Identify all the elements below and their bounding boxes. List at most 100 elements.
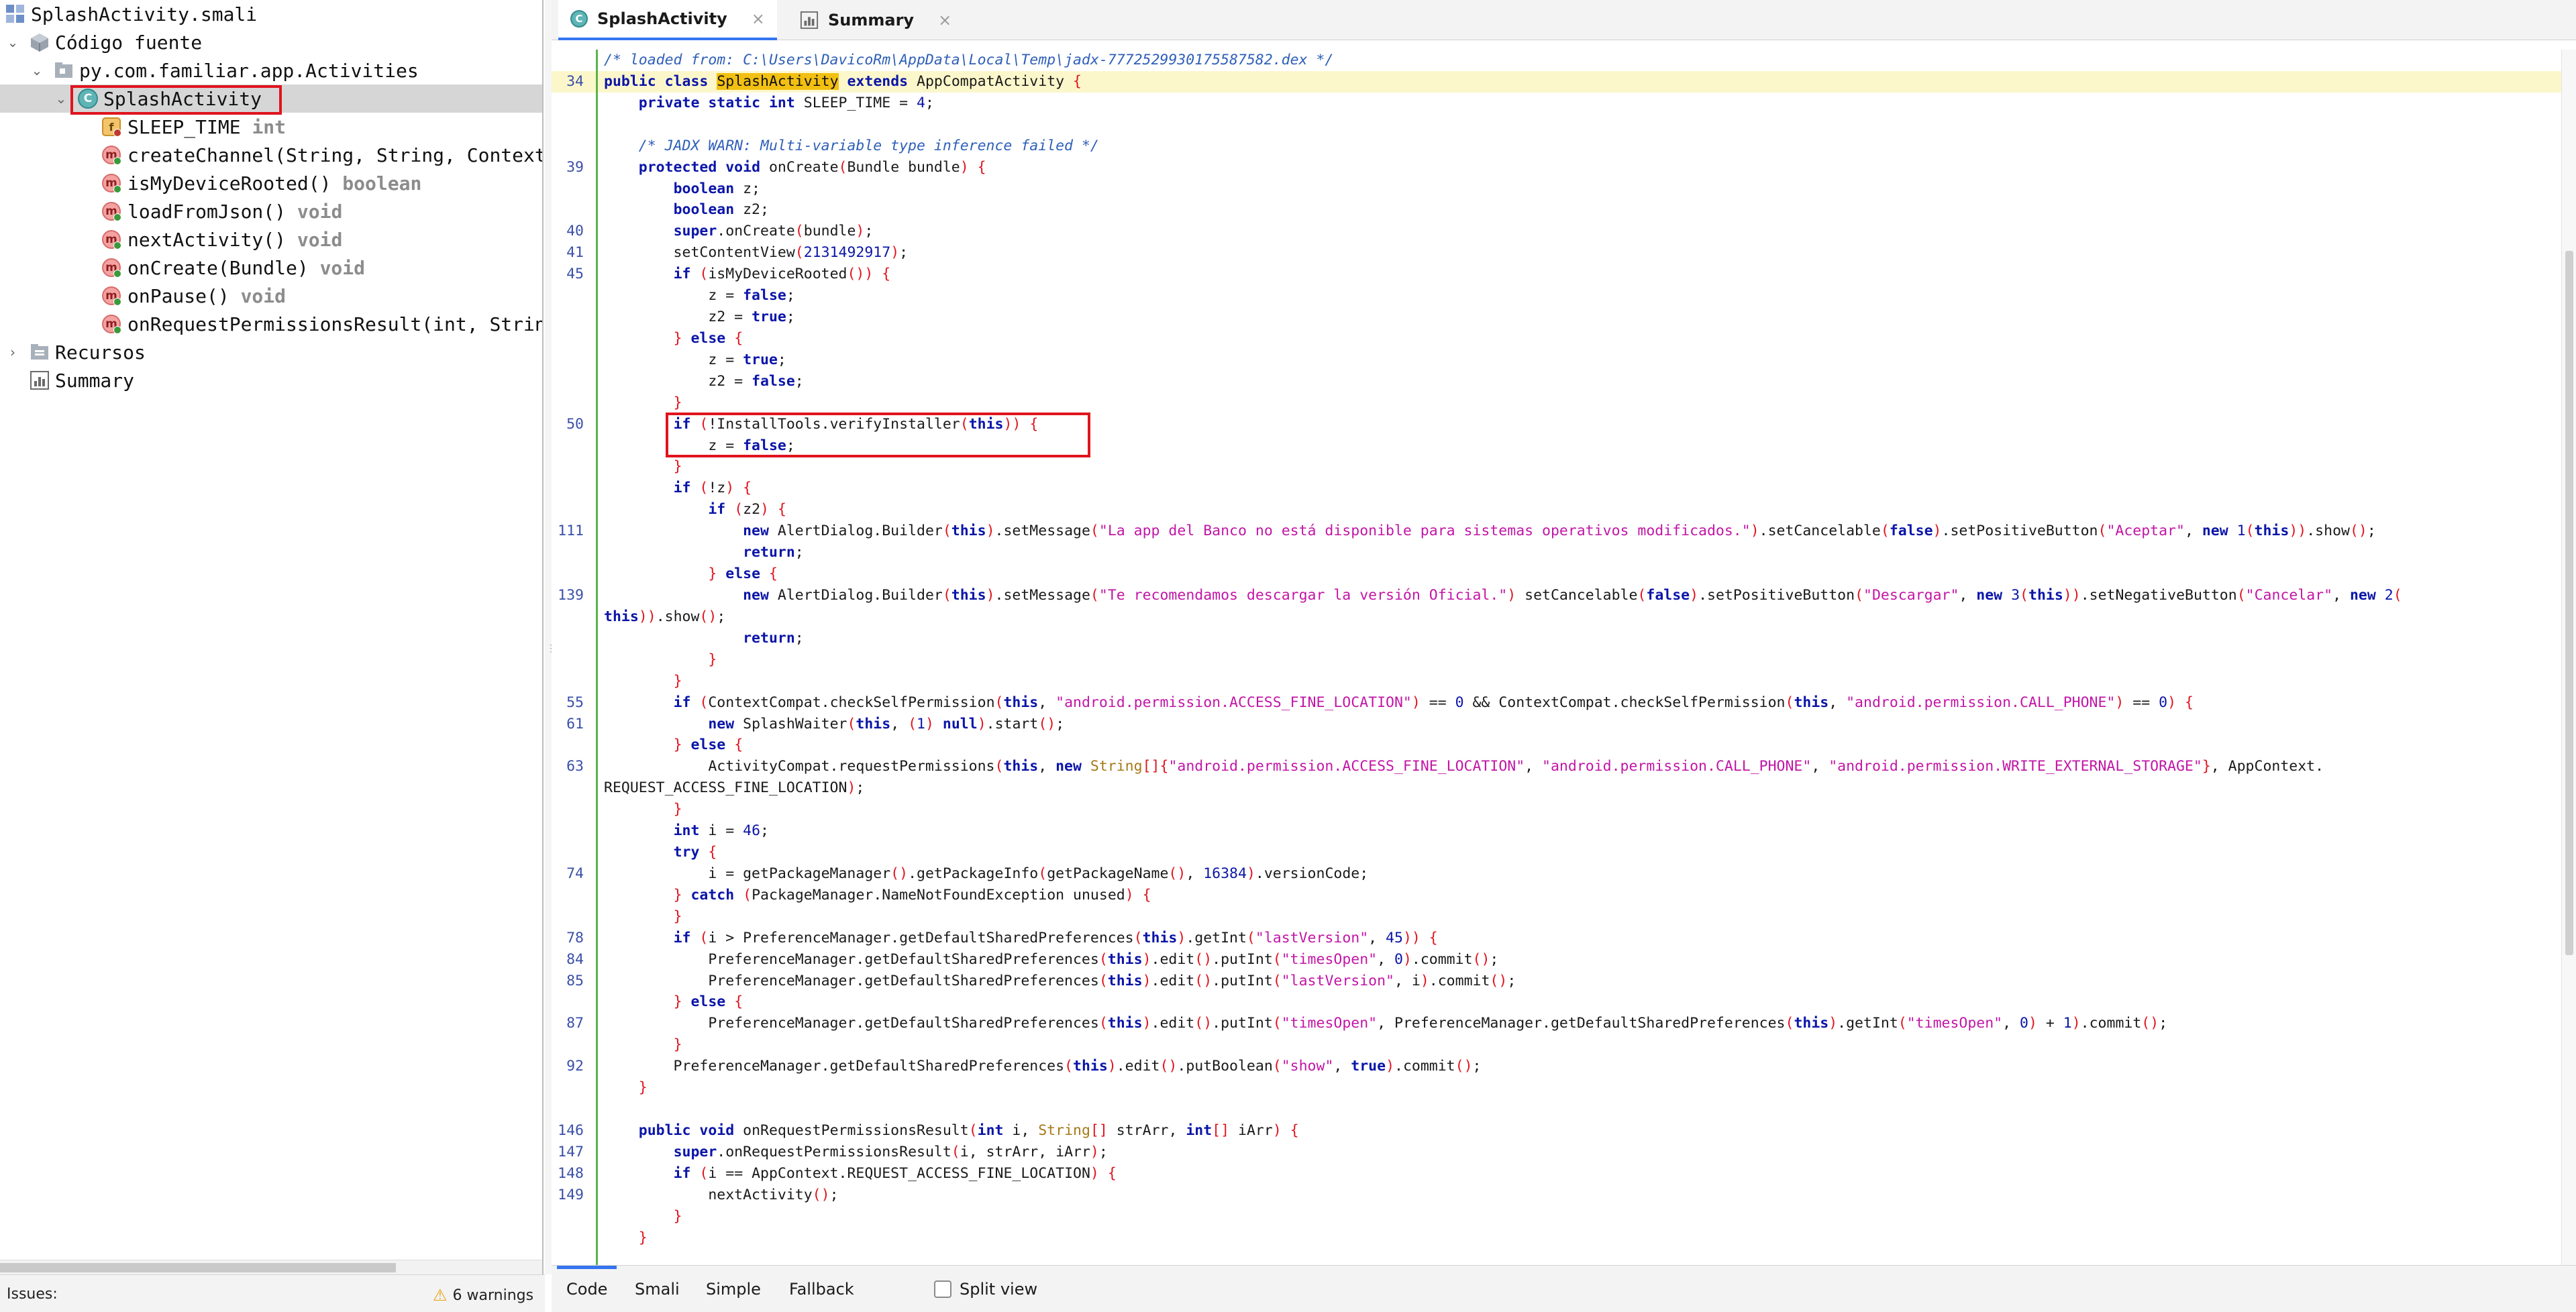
tree-node-source[interactable]: ⌄ Código fuente [0,28,542,56]
chevron-right-icon[interactable]: › [3,342,23,362]
tree-member[interactable]: m isMyDeviceRooted() boolean [0,169,542,197]
method-icon: m [102,315,121,334]
split-view-toggle[interactable]: Split view [934,1266,1037,1312]
tree-member[interactable]: f SLEEP_TIME int [0,113,542,141]
code-line: if (z2) { [708,501,786,518]
code-editor[interactable]: 34 39 40 41 45 50 111 139 55 61 63 74 78… [552,50,2561,1265]
code-line: } else { [708,565,778,583]
line-number: 63 [566,758,584,775]
code-line: new SplashWaiter(this, (1) null).start()… [708,715,1065,732]
code-line: new AlertDialog.Builder(this).setMessage… [743,523,2376,540]
tree-resources-label: Recursos [55,341,146,364]
tree-member[interactable]: m onCreate(Bundle) void [0,254,542,282]
chevron-down-icon[interactable]: ⌄ [27,60,47,80]
chevron-down-icon[interactable]: ⌄ [51,89,71,109]
warnings-indicator[interactable]: ⚠ 6 warnings [433,1286,533,1305]
tab-smali[interactable]: Smali [635,1266,680,1312]
view-mode-tab-bar: Code Smali Simple Fallback Split view [552,1265,2576,1312]
line-number: 41 [566,244,584,262]
package-folder-icon [54,60,74,80]
code-line: if (i == AppContext.REQUEST_ACCESS_FINE_… [673,1164,1117,1182]
chevron-down-icon[interactable]: ⌄ [3,32,23,52]
status-bar: Issues: ⚠ 6 warnings [0,1274,545,1312]
member-type: void [297,228,343,251]
tree-node-summary[interactable]: Summary [0,366,542,394]
code-vertical-scrollbar[interactable] [2561,50,2576,1265]
field-icon: f [102,117,121,137]
tree-member[interactable]: m onRequestPermissionsResult(int, Strin [0,310,542,338]
code-line: z2 = false; [604,372,804,390]
member-type: int [252,115,287,138]
line-number: 61 [566,715,584,732]
tab-label: SplashActivity [597,9,727,28]
tab-code[interactable]: Code [556,1266,618,1312]
line-number: 92 [566,1058,584,1075]
line-number: 87 [566,1015,584,1032]
tree-horizontal-scrollbar[interactable] [0,1260,542,1274]
tab-label: Summary [828,11,915,30]
project-tree-panel: SplashActivity.smali ⌄ Código fuente ⌄ p… [0,0,544,1274]
code-line: nextActivity(); [604,1186,839,1203]
member-name: isMyDeviceRooted() [127,172,331,195]
code-line: PreferenceManager.getDefaultSharedPrefer… [604,950,1499,968]
code-line: boolean z2; [673,201,769,219]
code-line: } [673,908,682,925]
tab-fallback[interactable]: Fallback [789,1266,854,1312]
code-line: } else { [673,736,743,754]
code-line: return; [743,544,804,561]
tree-member[interactable]: m nextActivity() void [0,225,542,254]
warnings-count: 6 warnings [452,1287,534,1304]
member-name: loadFromJson() [127,200,287,223]
tree-node-resources[interactable]: › Recursos [0,338,542,366]
tree-member[interactable]: m onPause() void [0,282,542,310]
tab-summary[interactable]: Summary × [788,0,964,40]
tab-simple[interactable]: Simple [706,1266,761,1312]
line-number: 74 [566,865,584,882]
tree-member[interactable]: m loadFromJson() void [0,197,542,225]
code-line: } [673,394,682,411]
code-line: return; [743,629,804,647]
member-type: void [319,256,366,279]
member-name: createChannel(String, String, Context [127,144,544,166]
tree-node-package[interactable]: ⌄ py.com.familiar.app.Activities [0,56,542,85]
tree-source-label: Código fuente [55,31,203,54]
highlight-box-class [70,85,282,115]
code-line: /* loaded from: C:\Users\DavicoRm\AppDat… [604,52,1334,68]
line-number: 39 [566,158,584,176]
gutter-change-bar [596,50,598,1265]
code-line: ActivityCompat.requestPermissions(this, … [604,758,2324,775]
code-line: } else { [673,993,743,1011]
line-number: 55 [566,694,584,711]
code-line: public void onRequestPermissionsResult(i… [638,1122,1299,1139]
close-icon[interactable]: × [938,11,951,30]
resources-folder-icon [30,342,50,362]
panel-splitter[interactable]: ⋮ [545,0,556,1274]
highlight-box-verify-installer [666,412,1090,458]
code-line: } [673,458,682,476]
tab-splashactivity[interactable]: C SplashActivity × [558,0,777,40]
code-line: } [638,1079,648,1097]
tree-package-label: py.com.familiar.app.Activities [79,59,419,82]
code-line: } [673,1207,682,1225]
method-icon: m [102,174,121,193]
code-line: boolean z; [673,180,761,197]
split-view-checkbox[interactable] [934,1280,951,1298]
line-number: 45 [566,266,584,283]
code-line: REQUEST_ACCESS_FINE_LOCATION); [604,779,865,797]
code-line: PreferenceManager.getDefaultSharedPrefer… [604,1015,2168,1032]
code-line: super.onRequestPermissionsResult(i, strA… [673,1143,1108,1160]
tree-node-root-file[interactable]: SplashActivity.smali [0,0,542,28]
tree-member[interactable]: m createChannel(String, String, Context [0,141,544,169]
member-type: void [240,284,287,307]
code-line: /* JADX WARN: Multi-variable type infere… [604,137,1099,154]
line-number: 149 [558,1186,584,1203]
code-line: i = getPackageManager().getPackageInfo(g… [604,865,1369,882]
close-icon[interactable]: × [752,9,765,28]
code-line: } [673,1036,682,1054]
code-line: z = true; [604,351,786,368]
member-name: onCreate(Bundle) [127,256,309,279]
line-number: 146 [558,1122,584,1139]
code-line: if (i > PreferenceManager.getDefaultShar… [673,929,1438,946]
tree-summary-label: Summary [55,369,135,392]
code-line: super.onCreate(bundle); [673,223,874,240]
